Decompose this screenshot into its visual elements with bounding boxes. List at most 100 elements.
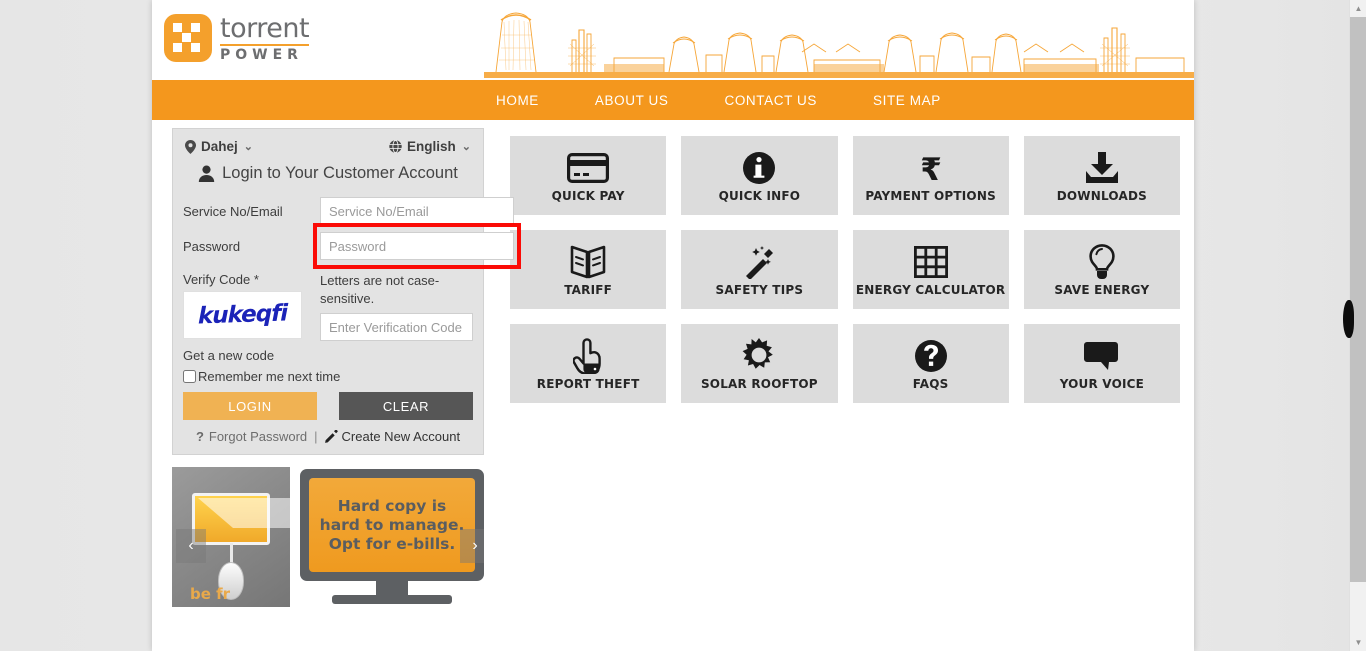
tile-downloads[interactable]: DOWNLOADS — [1023, 136, 1180, 215]
carousel-prev-button[interactable]: ‹ — [176, 529, 206, 564]
get-new-code-link[interactable]: Get a new code — [183, 348, 274, 363]
rupee-icon: ₹ — [916, 149, 946, 187]
carousel-slide-b-text: Hard copy is hard to manage. Opt for e-b… — [320, 497, 465, 554]
service-field-row: Service No/Email — [183, 197, 514, 225]
location-value: Dahej — [201, 139, 238, 154]
verification-code-input[interactable] — [320, 313, 473, 342]
slide-b-line-3: Opt for e-bills. — [328, 534, 456, 553]
nav-item-contact-us[interactable]: CONTACT US — [724, 93, 817, 108]
site-logo[interactable]: torrent POWER — [164, 12, 310, 63]
torrent-logo-mark-icon — [164, 14, 212, 62]
tile-faqs[interactable]: FAQS — [852, 324, 1009, 403]
main-navigation: HOME ABOUT US CONTACT US SITE MAP — [152, 80, 1194, 120]
clear-button[interactable]: CLEAR — [339, 392, 473, 421]
location-selector[interactable]: Dahej ⌄ — [185, 139, 253, 154]
site-container: torrent POWER HOME ABOUT US CONTACT US S… — [152, 0, 1194, 651]
verify-code-left: Verify Code * kukeqfi — [183, 272, 320, 341]
remember-me-row: Remember me next time — [183, 369, 473, 384]
login-buttons-row: LOGIN CLEAR — [183, 392, 473, 421]
chevron-down-icon: ⌄ — [243, 141, 253, 153]
password-field-row: Password — [183, 223, 521, 269]
tile-your-voice[interactable]: YOUR VOICE — [1023, 324, 1180, 403]
tile-solar-rooftop[interactable]: SOLAR ROOFTOP — [681, 324, 838, 403]
tile-energy-calculator[interactable]: ENERGY CALCULATOR — [852, 230, 1009, 309]
mouse-cursor-marker — [1343, 300, 1354, 338]
logo-wordmark-secondary: POWER — [220, 46, 303, 63]
login-button[interactable]: LOGIN — [183, 392, 317, 421]
slide-b-line-2: hard to manage. — [319, 515, 465, 534]
panel-selector-row: Dahej ⌄ English ⌄ — [183, 137, 473, 162]
login-title-text: Login to Your Customer Account — [222, 164, 458, 182]
person-icon — [198, 165, 215, 182]
forgot-password-link[interactable]: Forgot Password — [209, 429, 307, 444]
speech-bubble-icon — [1083, 337, 1121, 375]
tile-quick-info[interactable]: QUICK INFO — [681, 136, 838, 215]
tile-label: FAQS — [912, 376, 949, 391]
monitor-stand-neck — [376, 581, 408, 596]
right-column: QUICK PAY QUICK INFO ₹ PAYMENT OPTIONS D… — [496, 128, 1194, 619]
left-column: Dahej ⌄ English ⌄ Login to Your Customer… — [152, 128, 521, 619]
slide-b-line-1: Hard copy is — [337, 496, 447, 515]
location-pin-icon — [185, 139, 196, 154]
logo-wordmark-primary: torrent — [220, 12, 310, 44]
tile-label: REPORT THEFT — [536, 376, 640, 391]
question-mark-icon: ? — [195, 429, 204, 445]
verify-code-right: Letters are not case-sensitive. — [320, 272, 473, 342]
language-value: English — [407, 139, 456, 154]
scrollbar-thumb[interactable] — [1350, 17, 1366, 582]
monitor-stand-base — [332, 595, 452, 605]
tile-report-theft[interactable]: REPORT THEFT — [510, 324, 667, 403]
remember-me-checkbox[interactable] — [183, 370, 196, 384]
nav-item-home[interactable]: HOME — [496, 93, 539, 108]
verify-code-label: Verify Code * — [183, 272, 259, 287]
download-icon — [1084, 149, 1120, 187]
sun-icon — [741, 337, 777, 375]
login-panel: Dahej ⌄ English ⌄ Login to Your Customer… — [172, 128, 521, 456]
pencil-icon — [324, 430, 338, 443]
tile-label: ENERGY CALCULATOR — [855, 282, 1006, 297]
monitor-graphic: Hard copy is hard to manage. Opt for e-b… — [300, 469, 484, 582]
svg-text:₹: ₹ — [920, 152, 942, 185]
pointing-hand-icon — [573, 337, 603, 375]
scrollbar-down-arrow[interactable]: ▼ — [1350, 634, 1366, 651]
tile-quick-pay[interactable]: QUICK PAY — [510, 136, 667, 215]
carousel-slide-a-caption: be fr — [190, 585, 231, 604]
magic-wand-icon — [741, 243, 777, 281]
carousel-next-button[interactable]: › — [460, 529, 484, 564]
service-field-label: Service No/Email — [183, 203, 283, 219]
tile-safety-tips[interactable]: SAFETY TIPS — [681, 230, 838, 309]
info-circle-icon — [742, 149, 776, 187]
credit-card-icon — [567, 149, 610, 187]
case-sensitivity-note: Letters are not case-sensitive. — [320, 273, 440, 306]
browser-scrollbar[interactable]: ▲ ▼ — [1343, 0, 1366, 651]
tile-save-energy[interactable]: SAVE ENERGY — [1023, 230, 1180, 309]
service-no-email-input[interactable] — [320, 197, 514, 225]
scrollbar-up-arrow[interactable]: ▲ — [1350, 0, 1366, 17]
tile-label: YOUR VOICE — [1059, 376, 1145, 391]
promo-carousel: be fr Hard copy is hard to manage. Opt f… — [172, 467, 484, 619]
password-input[interactable] — [320, 232, 514, 260]
nav-item-site-map[interactable]: SITE MAP — [873, 93, 941, 108]
logo-divider — [220, 43, 310, 46]
language-selector[interactable]: English ⌄ — [389, 139, 471, 154]
service-tiles-grid: QUICK PAY QUICK INFO ₹ PAYMENT OPTIONS D… — [510, 136, 1180, 403]
open-book-icon — [570, 243, 606, 281]
tile-tariff[interactable]: TARIFF — [510, 230, 667, 309]
nav-item-about-us[interactable]: ABOUT US — [595, 93, 669, 108]
chevron-down-icon: ⌄ — [461, 141, 471, 153]
tile-payment-options[interactable]: ₹ PAYMENT OPTIONS — [852, 136, 1009, 215]
captcha-image: kukeqfi — [183, 291, 302, 339]
create-new-account-link[interactable]: Create New Account — [342, 429, 461, 444]
links-separator: | — [314, 429, 318, 445]
light-bulb-icon — [1088, 243, 1116, 281]
tile-label: SAVE ENERGY — [1054, 282, 1150, 297]
verify-code-row: Verify Code * kukeqfi Letters are not ca… — [183, 272, 473, 342]
carousel-slide-hard-copy[interactable]: Hard copy is hard to manage. Opt for e-b… — [300, 469, 484, 615]
question-circle-icon — [914, 337, 948, 375]
password-field-label: Password — [183, 238, 241, 254]
tile-label: SOLAR ROOFTOP — [700, 376, 818, 391]
tile-label: PAYMENT OPTIONS — [865, 188, 996, 203]
monitor-screen: Hard copy is hard to manage. Opt for e-b… — [309, 478, 475, 573]
tile-label: QUICK INFO — [718, 188, 801, 203]
remember-me-label[interactable]: Remember me next time — [198, 369, 340, 384]
